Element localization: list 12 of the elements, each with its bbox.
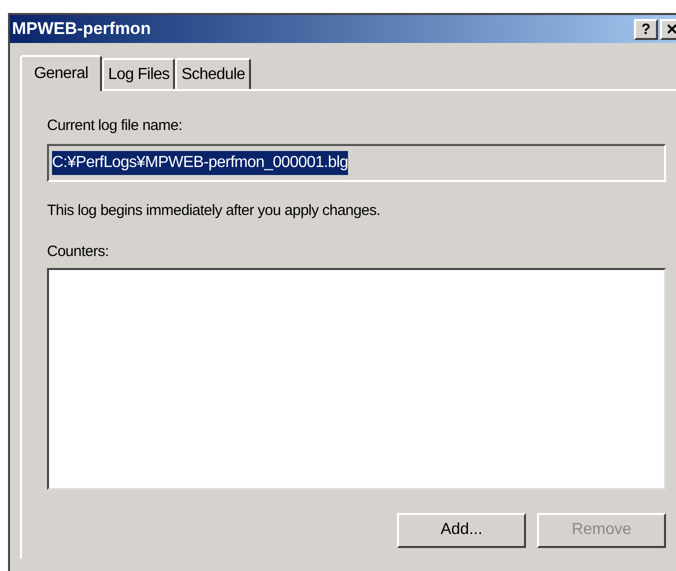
counters-label: Counters: bbox=[47, 242, 110, 262]
window-title: MPWEB-perfmon bbox=[12, 18, 151, 40]
field-label: Current log file name: bbox=[47, 116, 184, 136]
tab[interactable]: General bbox=[20, 55, 102, 91]
help-button[interactable]: ? bbox=[634, 18, 658, 40]
status-text: This log begins immediately after you apply changes. bbox=[47, 200, 382, 220]
log-file-name-field[interactable]: C:¥PerfLogs¥MPWEB-perfmon_000001.blg bbox=[47, 144, 666, 182]
dialog-button[interactable]: Add... bbox=[397, 512, 526, 548]
tab[interactable]: Schedule bbox=[175, 58, 251, 89]
close-icon bbox=[667, 24, 676, 34]
field-value: C:¥PerfLogs¥MPWEB-perfmon_000001.blg bbox=[52, 150, 348, 174]
tab[interactable]: Log Files bbox=[102, 58, 176, 89]
